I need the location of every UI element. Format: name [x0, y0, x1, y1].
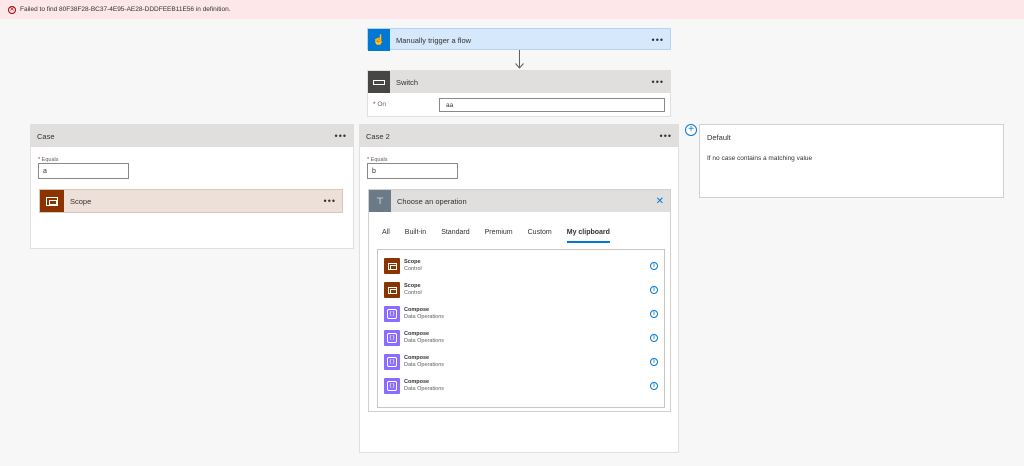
equals-input[interactable]: b [367, 163, 458, 179]
case2-menu-button[interactable]: ••• [660, 131, 672, 141]
list-item[interactable]: {} Compose Data Operations i [384, 328, 658, 348]
tab-standard[interactable]: Standard [441, 229, 469, 243]
compose-icon: {} [384, 306, 400, 322]
error-banner: ✕ Failed to find 80F38F28-BC37-4E95-AE28… [0, 0, 1024, 19]
arrow-down-icon [515, 63, 524, 69]
switch-title: Switch [396, 77, 419, 87]
switch-menu-button[interactable]: ••• [652, 77, 664, 87]
info-icon[interactable]: i [650, 262, 658, 270]
case-card[interactable]: Case ••• * Equals a [30, 124, 354, 249]
clipboard-list: Scope Control i Scope Control i {} Compose… [377, 249, 665, 408]
scope-title: Scope [70, 196, 92, 206]
compose-icon: {} [384, 378, 400, 394]
tab-all[interactable]: All [382, 229, 390, 243]
choose-operation-panel: ⊤ Choose an operation ✕ All Built-in Sta… [368, 189, 671, 412]
on-label: * On [373, 101, 387, 108]
trigger-card[interactable]: ☝ Manually trigger a flow ••• [367, 28, 671, 51]
add-icon[interactable]: + [685, 124, 697, 136]
list-item[interactable]: {} Compose Data Operations i [384, 304, 658, 324]
close-icon[interactable]: ✕ [656, 196, 664, 207]
list-item[interactable]: {} Compose Data Operations i [384, 376, 658, 396]
equals-input[interactable]: a [38, 163, 129, 179]
scope-icon [40, 190, 64, 212]
scope-icon [384, 282, 400, 298]
operation-title: Choose an operation [397, 196, 467, 206]
info-icon[interactable]: i [650, 358, 658, 366]
trigger-menu-button[interactable]: ••• [652, 35, 664, 45]
error-message: Failed to find 80F38F28-BC37-4E95-AE28-D… [20, 6, 231, 13]
operation-tabs: All Built-in Standard Premium Custom My … [382, 229, 625, 243]
case-menu-button[interactable]: ••• [335, 131, 347, 141]
default-card[interactable]: Default If no case contains a matching v… [699, 124, 1004, 198]
info-icon[interactable]: i [650, 334, 658, 342]
list-item[interactable]: Scope Control i [384, 280, 658, 300]
info-icon[interactable]: i [650, 286, 658, 294]
operation-icon: ⊤ [369, 190, 391, 212]
tab-custom[interactable]: Custom [528, 229, 552, 243]
switch-icon [368, 71, 390, 93]
on-input[interactable]: aa [439, 98, 665, 112]
default-title: Default [707, 133, 731, 142]
info-icon[interactable]: i [650, 310, 658, 318]
info-icon[interactable]: i [650, 382, 658, 390]
scope-menu-button[interactable]: ••• [324, 196, 336, 206]
case2-title: Case 2 [366, 131, 390, 141]
tab-built-in[interactable]: Built-in [405, 229, 426, 243]
hand-touch-icon: ☝ [368, 29, 390, 51]
compose-icon: {} [384, 330, 400, 346]
default-subtitle: If no case contains a matching value [707, 155, 813, 162]
list-item[interactable]: {} Compose Data Operations i [384, 352, 658, 372]
tab-my-clipboard[interactable]: My clipboard [566, 229, 610, 243]
list-item[interactable]: Scope Control i [384, 256, 658, 276]
tab-premium[interactable]: Premium [485, 229, 513, 243]
scope-action-card[interactable]: Scope ••• [39, 189, 343, 213]
trigger-title: Manually trigger a flow [396, 35, 472, 45]
scope-icon [384, 258, 400, 274]
compose-icon: {} [384, 354, 400, 370]
error-circle-icon: ✕ [8, 5, 16, 14]
case-title: Case [37, 131, 55, 141]
